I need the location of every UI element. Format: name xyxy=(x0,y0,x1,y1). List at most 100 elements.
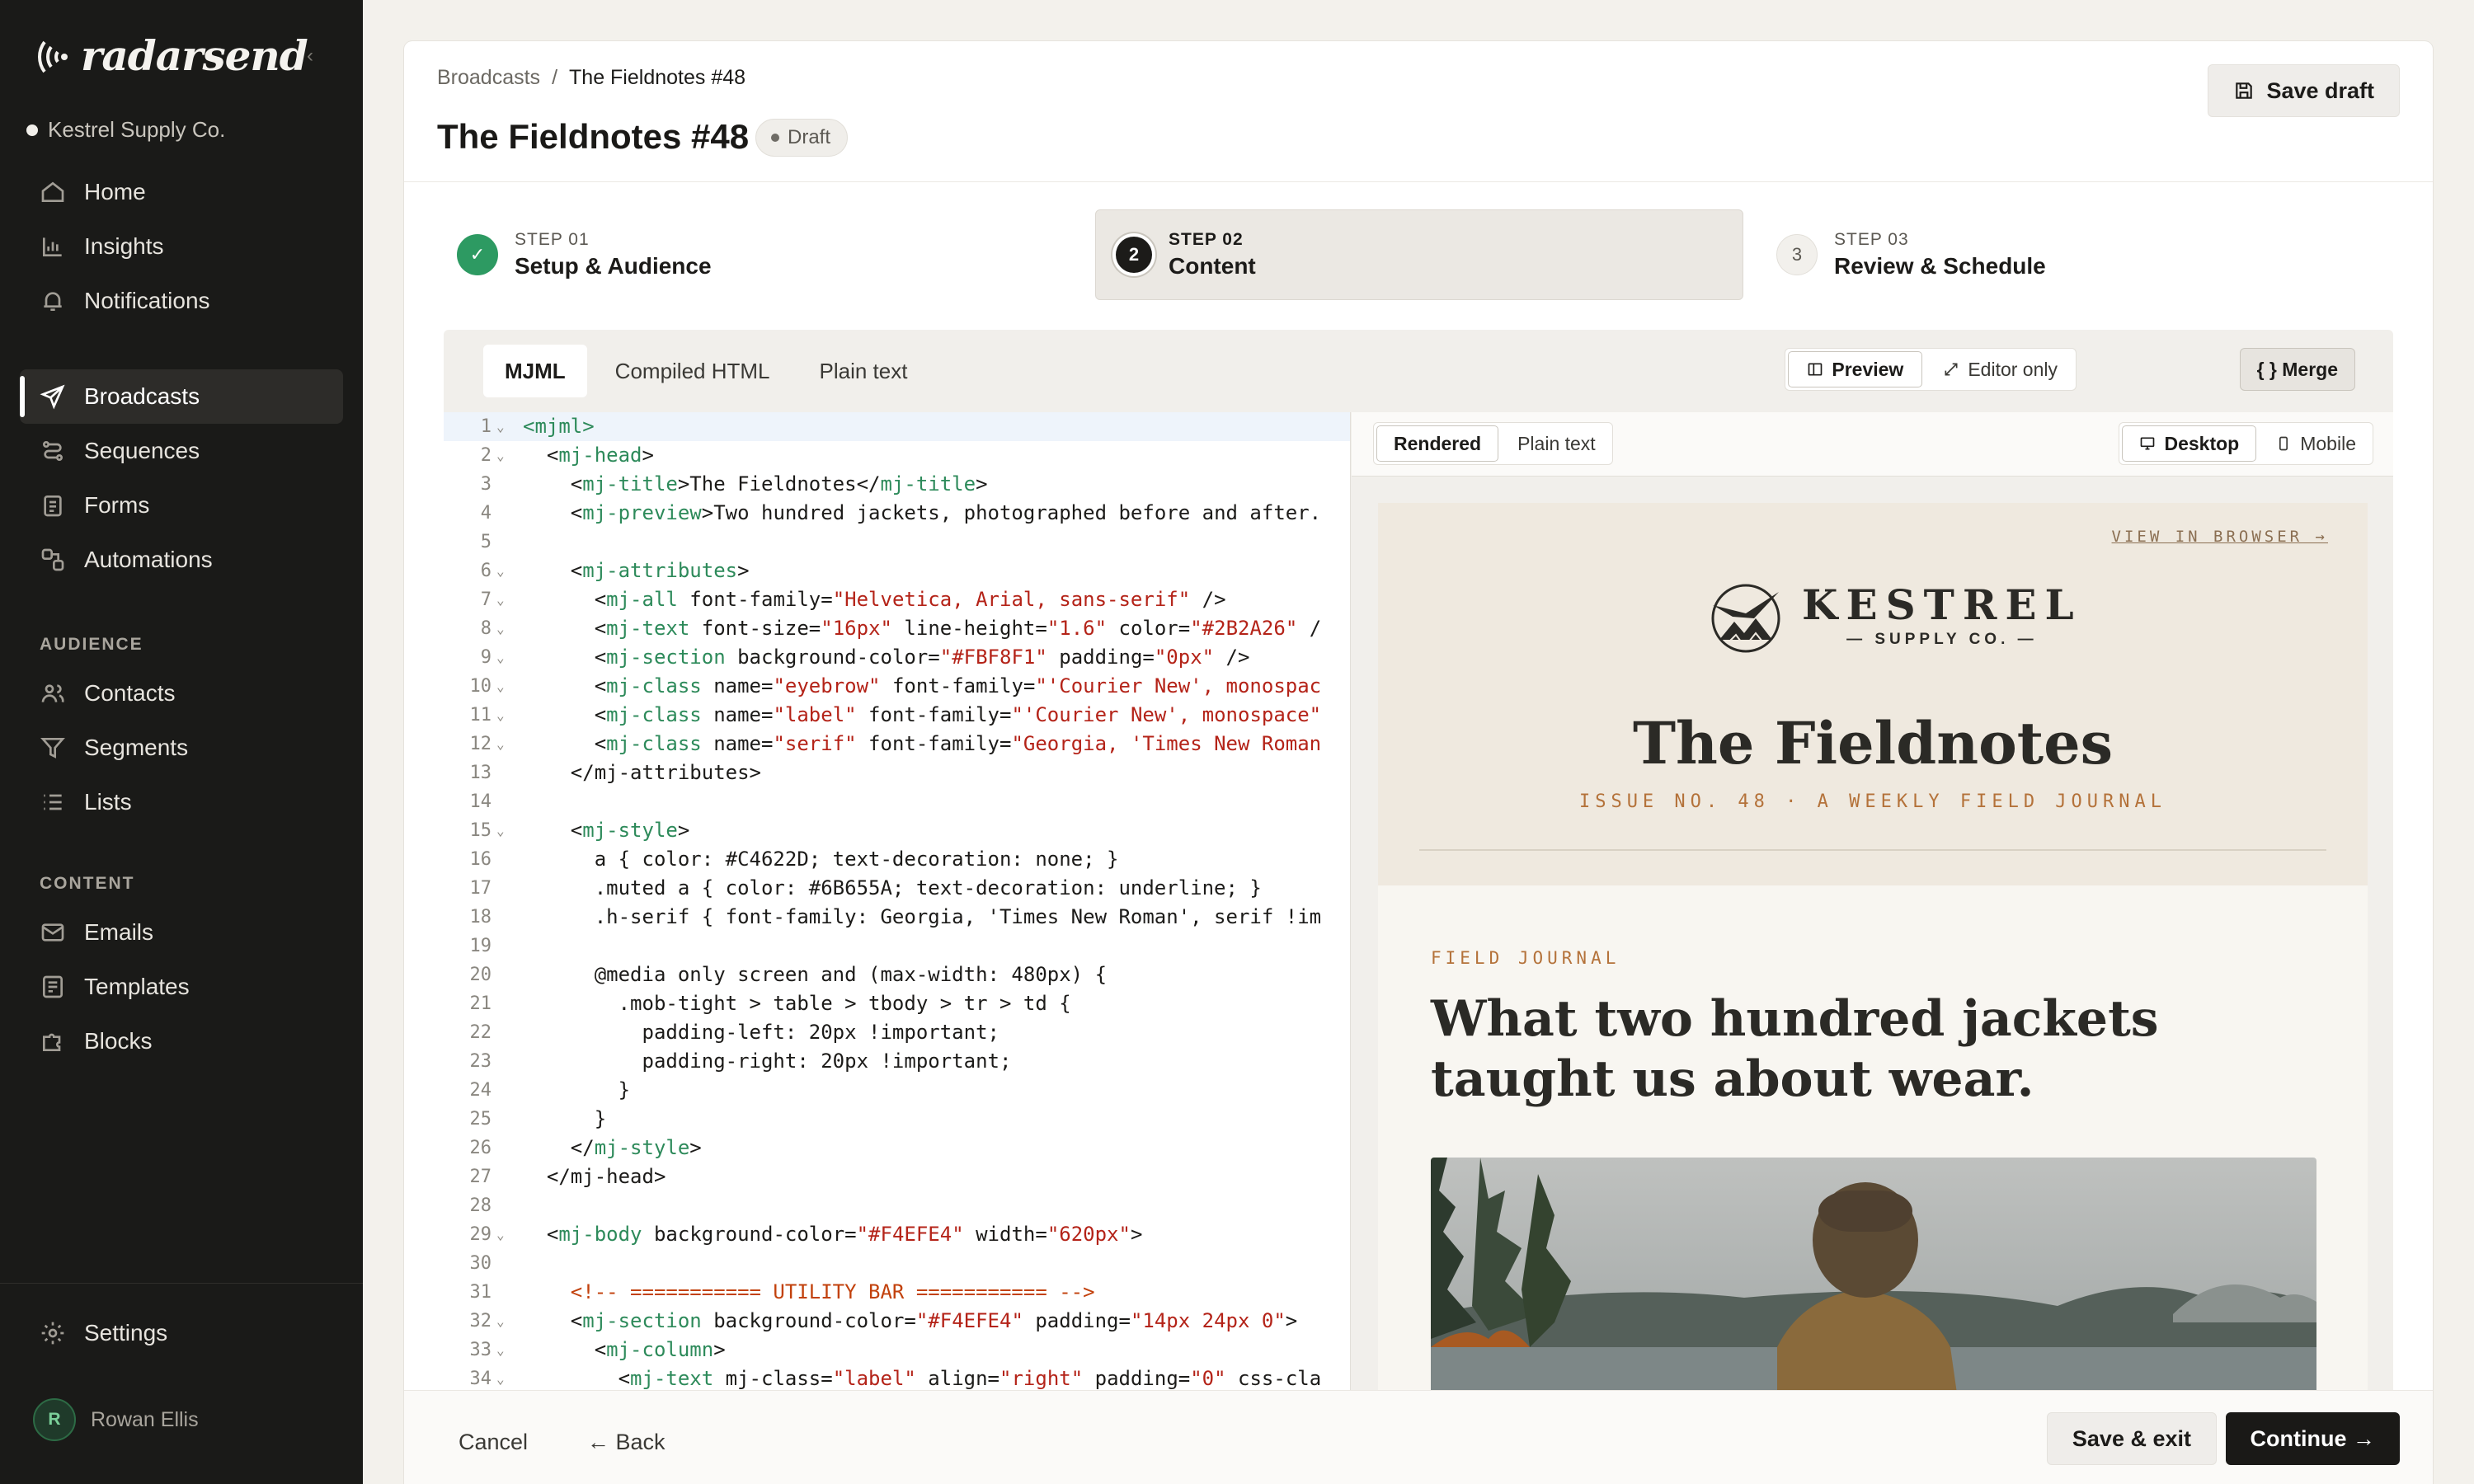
chevron-left-icon[interactable]: ‹ xyxy=(307,45,313,68)
save-draft-button[interactable]: Save draft xyxy=(2208,64,2400,117)
code-line[interactable]: 1 ⌄ <mjml> xyxy=(444,412,1350,441)
code-line[interactable]: 33 ⌄ <mj-column> xyxy=(444,1336,1350,1364)
sidebar-item-templates[interactable]: Templates xyxy=(20,960,343,1014)
step-review-schedule[interactable]: 3 STEP 03 Review & Schedule xyxy=(1757,209,2400,300)
sidebar-item-blocks[interactable]: Blocks xyxy=(20,1014,343,1068)
preview-button[interactable]: Preview xyxy=(1788,351,1923,387)
code-line[interactable]: 8 ⌄ <mj-text font-size="16px" line-height… xyxy=(444,614,1350,643)
code-line[interactable]: 6 ⌄ <mj-attributes> xyxy=(444,556,1350,585)
code-line[interactable]: 21 .mob-tight > table > tbody > tr > td … xyxy=(444,989,1350,1018)
line-number: 3 xyxy=(480,474,492,495)
code-line[interactable]: 10 ⌄ <mj-class name="eyebrow" font-family… xyxy=(444,672,1350,701)
sidebar-item-notifications[interactable]: Notifications xyxy=(20,274,343,328)
fold-chevron-icon[interactable]: ⌄ xyxy=(496,412,505,441)
code-line[interactable]: 15 ⌄ <mj-style> xyxy=(444,816,1350,845)
fold-chevron-icon[interactable]: ⌄ xyxy=(496,1307,505,1336)
sidebar-item-forms[interactable]: Forms xyxy=(20,478,343,533)
fold-chevron-icon[interactable]: ⌄ xyxy=(496,556,505,585)
rendered-button[interactable]: Rendered xyxy=(1376,425,1499,462)
send-icon xyxy=(40,383,66,410)
fold-chevron-icon[interactable]: ⌄ xyxy=(496,1220,505,1249)
breadcrumb-parent[interactable]: Broadcasts xyxy=(437,66,540,90)
fold-chevron-icon[interactable]: ⌄ xyxy=(496,614,505,643)
code-line[interactable]: 26 </mj-style> xyxy=(444,1134,1350,1162)
sidebar-item-automations[interactable]: Automations xyxy=(20,533,343,587)
code-line[interactable]: 34 ⌄ <mj-text mj-class="label" align="rig… xyxy=(444,1364,1350,1393)
cancel-button[interactable]: Cancel xyxy=(459,1416,528,1468)
desktop-button[interactable]: Desktop xyxy=(2122,425,2257,462)
code-line[interactable]: 3 <mj-title>The Fieldnotes</mj-title> xyxy=(444,470,1350,499)
code-line[interactable]: 25 } xyxy=(444,1105,1350,1134)
tab-plain-text[interactable]: Plain text xyxy=(798,345,929,397)
code-line[interactable]: 27 </mj-head> xyxy=(444,1162,1350,1191)
plain-text-button[interactable]: Plain text xyxy=(1501,423,1612,464)
fold-chevron-icon[interactable]: ⌄ xyxy=(496,701,505,730)
fold-chevron-icon[interactable]: ⌄ xyxy=(496,441,505,470)
fold-chevron-icon[interactable]: ⌄ xyxy=(496,1336,505,1364)
line-number: 6 xyxy=(480,561,492,581)
line-number: 10 xyxy=(469,676,492,697)
merge-tags-button[interactable]: { } Merge xyxy=(2239,348,2355,391)
code-line[interactable]: 29 ⌄ <mj-body background-color="#F4EFE4" … xyxy=(444,1220,1350,1249)
back-button[interactable]: ← Back xyxy=(587,1416,666,1468)
nav-main: Home Insights Notifications xyxy=(20,165,343,328)
editor-only-button[interactable]: Editor only xyxy=(1925,349,2076,390)
sidebar-item-broadcasts[interactable]: Broadcasts xyxy=(20,369,343,424)
continue-button[interactable]: Continue → xyxy=(2225,1412,2400,1465)
step-content[interactable]: 2 STEP 02 Content xyxy=(1095,209,1743,300)
code-line[interactable]: 19 xyxy=(444,932,1350,960)
code-line[interactable]: 28 xyxy=(444,1191,1350,1220)
fold-chevron-icon[interactable]: ⌄ xyxy=(496,816,505,845)
sidebar-item-insights[interactable]: Insights xyxy=(20,219,343,274)
sidebar-item-lists[interactable]: Lists xyxy=(20,775,343,829)
code-line[interactable]: 22 padding-left: 20px !important; xyxy=(444,1018,1350,1047)
code-line[interactable]: 24 } xyxy=(444,1076,1350,1105)
code-line[interactable]: 23 padding-right: 20px !important; xyxy=(444,1047,1350,1076)
view-mode-toggle: Preview Editor only xyxy=(1785,348,2077,391)
line-number: 23 xyxy=(469,1051,492,1072)
view-in-browser-link[interactable]: VIEW IN BROWSER → xyxy=(2112,528,2328,546)
code-line[interactable]: 12 ⌄ <mj-class name="serif" font-family="… xyxy=(444,730,1350,758)
code-line[interactable]: 17 .muted a { color: #6B655A; text-decor… xyxy=(444,874,1350,903)
fold-chevron-icon[interactable]: ⌄ xyxy=(496,643,505,672)
code-line[interactable]: 30 xyxy=(444,1249,1350,1278)
sidebar-item-segments[interactable]: Segments xyxy=(20,721,343,775)
workspace-name: Kestrel Supply Co. xyxy=(48,117,226,142)
code-line[interactable]: 18 .h-serif { font-family: Georgia, 'Tim… xyxy=(444,903,1350,932)
code-line[interactable]: 31 <!-- =========== UTILITY BAR ========… xyxy=(444,1278,1350,1307)
mobile-label: Mobile xyxy=(2300,432,2356,454)
bell-icon xyxy=(40,288,66,314)
sidebar-item-settings[interactable]: Settings xyxy=(20,1306,343,1360)
fold-chevron-icon[interactable]: ⌄ xyxy=(496,730,505,758)
code-line[interactable]: 5 xyxy=(444,528,1350,556)
code-line[interactable]: 11 ⌄ <mj-class name="label" font-family="… xyxy=(444,701,1350,730)
fold-chevron-icon[interactable]: ⌄ xyxy=(496,585,505,614)
code-line[interactable]: 4 <mj-preview>Two hundred jackets, photo… xyxy=(444,499,1350,528)
tab-compiled-html[interactable]: Compiled HTML xyxy=(594,345,792,397)
sidebar-item-home[interactable]: Home xyxy=(20,165,343,219)
code-line[interactable]: 20 @media only screen and (max-width: 48… xyxy=(444,960,1350,989)
code-line[interactable]: 9 ⌄ <mj-section background-color="#FBF8F1… xyxy=(444,643,1350,672)
tab-mjml[interactable]: MJML xyxy=(483,345,587,397)
code-line[interactable]: 13 </mj-attributes> xyxy=(444,758,1350,787)
sidebar-item-label: Lists xyxy=(84,789,132,815)
code-line[interactable]: 14 xyxy=(444,787,1350,816)
workspace-switcher[interactable]: Kestrel Supply Co. xyxy=(26,117,225,143)
sidebar-item-sequences[interactable]: Sequences xyxy=(20,424,343,478)
code-line[interactable]: 2 ⌄ <mj-head> xyxy=(444,441,1350,470)
newsletter-title: The Fieldnotes xyxy=(1632,709,2114,777)
save-exit-button[interactable]: Save & exit xyxy=(2046,1412,2217,1465)
fold-chevron-icon[interactable]: ⌄ xyxy=(496,1364,505,1393)
code-editor[interactable]: 1 ⌄ <mjml> 2 ⌄ <mj-head> 3 <mj-title>The Fiel… xyxy=(444,412,1351,1393)
brand-logo[interactable]: radarsend xyxy=(38,31,308,80)
user-menu[interactable]: R Rowan Ellis xyxy=(33,1398,199,1441)
sidebar-item-contacts[interactable]: Contacts xyxy=(20,666,343,721)
code-line[interactable]: 7 ⌄ <mj-all font-family="Helvetica, Arial… xyxy=(444,585,1350,614)
code-line[interactable]: 16 a { color: #C4622D; text-decoration: … xyxy=(444,845,1350,874)
mobile-button[interactable]: Mobile xyxy=(2259,423,2373,464)
brand-tagline: — SUPPLY CO. — xyxy=(1846,631,2038,648)
sidebar-item-emails[interactable]: Emails xyxy=(20,905,343,960)
fold-chevron-icon[interactable]: ⌄ xyxy=(496,672,505,701)
code-line[interactable]: 32 ⌄ <mj-section background-color="#F4EFE… xyxy=(444,1307,1350,1336)
step-setup-audience[interactable]: ✓ STEP 01 Setup & Audience xyxy=(437,209,1080,300)
